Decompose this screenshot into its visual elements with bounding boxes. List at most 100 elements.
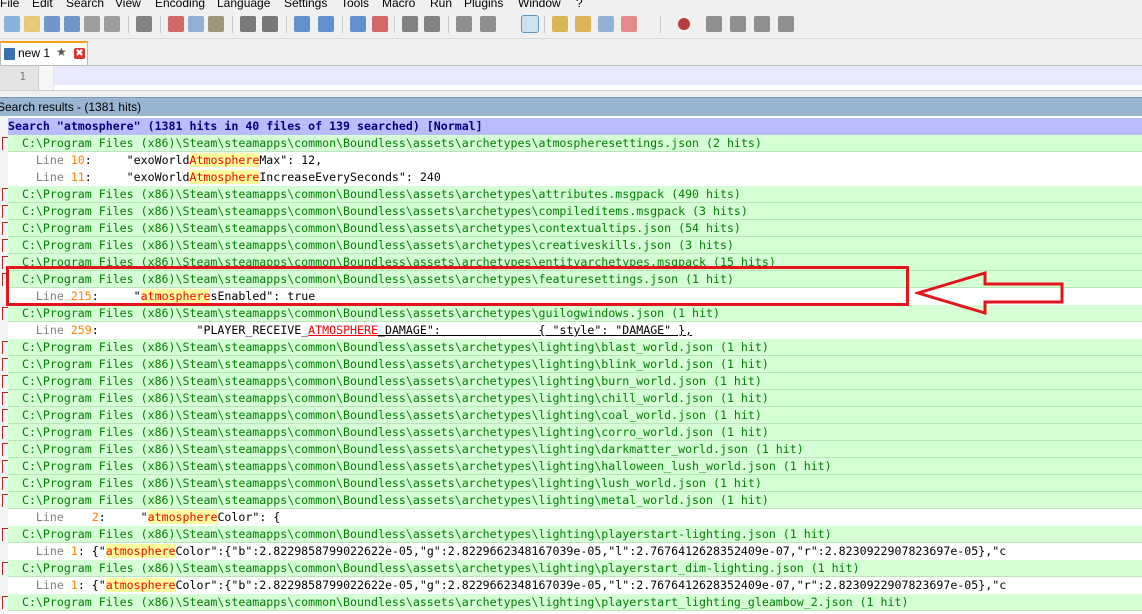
indent-guide-icon[interactable] — [521, 15, 539, 33]
copy-icon[interactable] — [188, 16, 204, 32]
result-file-row[interactable]: C:\Program Files (x86)\Steam\steamapps\c… — [8, 373, 1142, 390]
result-file-row[interactable]: C:\Program Files (x86)\Steam\steamapps\c… — [8, 203, 1142, 220]
annotation-highlight-box — [6, 266, 909, 306]
menu-help[interactable]: ? — [576, 0, 583, 10]
zoom-out-icon[interactable] — [372, 16, 388, 32]
line-text-after: Max": 12, — [259, 153, 323, 167]
menu-run[interactable]: Run — [430, 0, 452, 10]
tab-label: new 1 — [18, 46, 51, 60]
result-file-row[interactable]: C:\Program Files (x86)\Steam\steamapps\c… — [8, 339, 1142, 356]
save-macro-icon[interactable] — [778, 16, 794, 32]
menu-macro[interactable]: Macro — [382, 0, 415, 10]
line-text-before: : {" — [77, 544, 106, 558]
result-file-row[interactable]: C:\Program Files (x86)\Steam\steamapps\c… — [8, 441, 1142, 458]
toolbar-separator — [660, 16, 661, 33]
result-file-row[interactable]: C:\Program Files (x86)\Steam\steamapps\c… — [8, 186, 1142, 203]
result-file-row[interactable]: C:\Program Files (x86)\Steam\steamapps\c… — [8, 526, 1142, 543]
new-file-icon[interactable] — [4, 16, 20, 32]
line-number-value: 1 — [70, 578, 78, 592]
menu-view[interactable]: View — [115, 0, 141, 10]
document-map-icon[interactable] — [552, 16, 568, 32]
disk-icon — [4, 48, 15, 60]
fold-rail[interactable] — [0, 116, 9, 614]
line-number-value: 11 — [70, 170, 85, 184]
menu-window[interactable]: Window — [518, 0, 561, 10]
cut-icon[interactable] — [168, 16, 184, 32]
record-macro-icon[interactable] — [678, 18, 690, 30]
save-icon[interactable] — [44, 16, 60, 32]
open-file-icon[interactable] — [24, 16, 40, 32]
menu-edit[interactable]: Edit — [32, 0, 53, 10]
pin-icon[interactable]: ★ — [56, 45, 67, 59]
line-text-before: : "exoWorld — [84, 153, 190, 167]
line-label: Line — [8, 153, 71, 167]
search-results-panel[interactable]: Search "atmosphere" (1381 hits in 40 fil… — [0, 116, 1142, 614]
menu-tools[interactable]: Tools — [341, 0, 369, 10]
paste-icon[interactable] — [208, 16, 224, 32]
result-file-row[interactable]: C:\Program Files (x86)\Steam\steamapps\c… — [8, 390, 1142, 407]
match-highlight: atmosphere — [147, 510, 218, 524]
show-all-characters-icon[interactable] — [480, 16, 496, 32]
menu-encoding[interactable]: Encoding — [155, 0, 205, 10]
redo-icon[interactable] — [262, 16, 278, 32]
menu-settings[interactable]: Settings — [284, 0, 327, 10]
result-line-row[interactable]: Line 1: {"atmosphereColor":{"b":2.822985… — [8, 543, 1142, 560]
line-text-after: IncreaseEverySeconds": 240 — [259, 170, 441, 184]
close-tab-icon[interactable]: ✖ — [74, 48, 85, 59]
sync-horizontal-icon[interactable] — [424, 16, 440, 32]
line-text-before: : {" — [77, 578, 106, 592]
result-line-row[interactable]: Line 2: "atmosphereColor": { — [8, 509, 1142, 526]
result-file-row[interactable]: C:\Program Files (x86)\Steam\steamapps\c… — [8, 458, 1142, 475]
result-line-row[interactable]: Line 1: {"atmosphereColor":{"b":2.822985… — [8, 577, 1142, 594]
save-all-icon[interactable] — [64, 16, 80, 32]
playback-macro-icon[interactable] — [730, 16, 746, 32]
undo-icon[interactable] — [240, 16, 256, 32]
result-line-row[interactable]: Line 259: "PLAYER_RECEIVE_ATMOSPHERE_DAM… — [8, 322, 1142, 339]
run-macro-multiple-icon[interactable] — [754, 16, 770, 32]
result-file-row[interactable]: C:\Program Files (x86)\Steam\steamapps\c… — [8, 356, 1142, 373]
stop-recording-icon[interactable] — [706, 16, 722, 32]
match-highlight: atmosphere — [105, 544, 176, 558]
toolbar — [0, 11, 1142, 39]
result-file-row[interactable]: C:\Program Files (x86)\Steam\steamapps\c… — [8, 424, 1142, 441]
fold-margin[interactable] — [39, 66, 54, 90]
menu-bar: File Edit Search View Encoding Language Settin… — [0, 0, 1142, 11]
result-file-row[interactable]: C:\Program Files (x86)\Steam\steamapps\c… — [8, 475, 1142, 492]
result-file-row[interactable]: C:\Program Files (x86)\Steam\steamapps\c… — [8, 492, 1142, 509]
result-file-row[interactable]: C:\Program Files (x86)\Steam\steamapps\c… — [8, 237, 1142, 254]
print-icon[interactable] — [136, 16, 152, 32]
sync-vertical-icon[interactable] — [402, 16, 418, 32]
result-file-row[interactable]: C:\Program Files (x86)\Steam\steamapps\c… — [8, 407, 1142, 424]
monitoring-icon[interactable] — [621, 16, 637, 32]
current-line-highlight[interactable] — [54, 66, 1142, 85]
result-file-row[interactable]: C:\Program Files (x86)\Steam\steamapps\c… — [8, 560, 1142, 577]
menu-search[interactable]: Search — [66, 0, 104, 10]
menu-plugins[interactable]: Plugins — [464, 0, 503, 10]
editor-pane[interactable]: 1 — [0, 66, 1142, 90]
line-number-value: 10 — [70, 153, 85, 167]
search-summary-row[interactable]: Search "atmosphere" (1381 hits in 40 fil… — [8, 118, 1142, 135]
result-line-row[interactable]: Line 10: "exoWorldAtmosphereMax": 12, — [8, 152, 1142, 169]
line-text-before: : " — [98, 510, 148, 524]
function-list-icon[interactable] — [575, 16, 591, 32]
close-icon[interactable] — [84, 16, 100, 32]
toolbar-separator — [232, 16, 233, 33]
result-file-row[interactable]: C:\Program Files (x86)\Steam\steamapps\c… — [8, 220, 1142, 237]
line-label: Line — [8, 170, 71, 184]
result-file-row[interactable]: C:\Program Files (x86)\Steam\steamapps\c… — [8, 594, 1142, 611]
line-number-value: 259 — [70, 323, 92, 337]
close-all-icon[interactable] — [104, 16, 120, 32]
find-icon[interactable] — [294, 16, 310, 32]
result-line-row[interactable]: Line 11: "exoWorldAtmosphereIncreaseEver… — [8, 169, 1142, 186]
folder-as-workspace-icon[interactable] — [598, 16, 614, 32]
tab-new-1[interactable]: new 1 ★ ✖ — [0, 41, 88, 65]
line-label: Line — [8, 323, 71, 337]
result-file-row[interactable]: C:\Program Files (x86)\Steam\steamapps\c… — [8, 135, 1142, 152]
menu-language[interactable]: Language — [217, 0, 270, 10]
zoom-in-icon[interactable] — [350, 16, 366, 32]
line-number-value: 2 — [70, 510, 99, 524]
replace-icon[interactable] — [318, 16, 334, 32]
word-wrap-icon[interactable] — [456, 16, 472, 32]
line-text-after: Color":{"b":2.8229858799022622e-05,"g":2… — [175, 544, 1007, 558]
menu-file[interactable]: File — [0, 0, 19, 10]
